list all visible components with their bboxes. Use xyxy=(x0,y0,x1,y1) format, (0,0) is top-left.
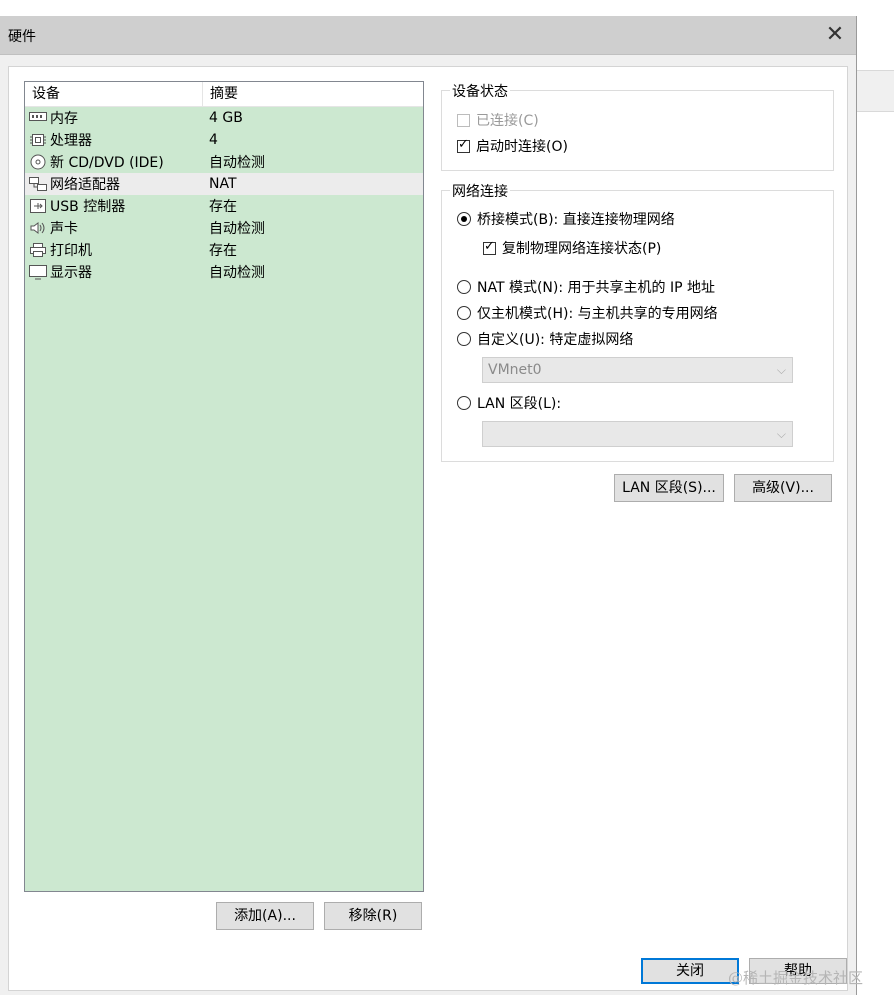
nat-radio[interactable]: NAT 模式(N): 用于共享主机的 IP 地址 xyxy=(457,277,715,297)
device-summary: 自动检测 xyxy=(209,265,265,281)
device-name: 网络适配器 xyxy=(50,177,120,193)
device-status-group: 设备状态 已连接(C) ✓ 启动时连接(O) xyxy=(441,81,834,171)
device-list[interactable]: 设备 摘要 内存 4 GB 处理器 4 新 CD/DVD (IDE) 自动检测 … xyxy=(24,81,424,892)
device-name: USB 控制器 xyxy=(50,199,126,215)
connect-at-power-on-checkbox[interactable]: ✓ 启动时连接(O) xyxy=(457,136,568,156)
device-summary: 自动检测 xyxy=(209,155,265,171)
checkbox-box: ✓ xyxy=(483,238,496,255)
connected-checkbox[interactable]: 已连接(C) xyxy=(457,110,539,130)
custom-network-value: VMnet0 xyxy=(488,362,542,378)
radio-circle xyxy=(457,306,471,320)
background-window-strip xyxy=(857,70,894,112)
add-button[interactable]: 添加(A)... xyxy=(216,902,314,930)
radio-circle xyxy=(457,212,471,226)
device-name: 打印机 xyxy=(50,243,92,259)
connected-label: 已连接(C) xyxy=(476,113,539,129)
replicate-state-checkbox[interactable]: ✓ 复制物理网络连接状态(P) xyxy=(483,238,661,258)
network-connection-group: 网络连接 桥接模式(B): 直接连接物理网络 ✓ 复制物理网络连接状态(P) N… xyxy=(441,181,834,462)
host-only-label: 仅主机模式(H): 与主机共享的专用网络 xyxy=(477,306,718,322)
printer-icon xyxy=(29,242,47,258)
device-name: 显示器 xyxy=(50,265,92,281)
radio-circle xyxy=(457,280,471,294)
sound-icon xyxy=(29,220,47,236)
device-row-printer[interactable]: 打印机 存在 xyxy=(25,239,423,261)
device-summary: 存在 xyxy=(209,243,237,259)
network-connection-legend: 网络连接 xyxy=(450,181,510,201)
device-name: 声卡 xyxy=(50,221,78,237)
check-icon: ✓ xyxy=(484,238,495,254)
chevron-down-icon: ⌵ xyxy=(776,427,786,441)
device-name: 处理器 xyxy=(50,133,92,149)
device-summary: 自动检测 xyxy=(209,221,265,237)
device-summary: NAT xyxy=(209,176,237,192)
processor-icon xyxy=(29,132,47,148)
advanced-button[interactable]: 高级(V)... xyxy=(734,474,832,502)
replicate-state-label: 复制物理网络连接状态(P) xyxy=(502,241,662,257)
host-only-radio[interactable]: 仅主机模式(H): 与主机共享的专用网络 xyxy=(457,303,718,323)
checkbox-box: ✓ xyxy=(457,136,470,153)
column-header-device[interactable]: 设备 xyxy=(25,82,203,106)
device-row-cd-dvd[interactable]: 新 CD/DVD (IDE) 自动检测 xyxy=(25,151,423,173)
column-header-summary[interactable]: 摘要 xyxy=(203,82,238,106)
lan-segment-label: LAN 区段(L): xyxy=(477,396,562,412)
check-icon: ✓ xyxy=(458,136,469,152)
radio-circle xyxy=(457,332,471,346)
lan-segment-radio[interactable]: LAN 区段(L): xyxy=(457,393,561,413)
bridged-radio[interactable]: 桥接模式(B): 直接连接物理网络 xyxy=(457,209,675,229)
radio-circle xyxy=(457,396,471,410)
hardware-dialog: 硬件 ✕ 设备 摘要 内存 4 GB 处理器 4 新 CD/DVD (IDE) … xyxy=(0,16,857,995)
device-name: 新 CD/DVD (IDE) xyxy=(50,155,164,171)
checkbox-box xyxy=(457,113,470,127)
remove-button[interactable]: 移除(R) xyxy=(324,902,422,930)
custom-network-select[interactable]: VMnet0 ⌵ xyxy=(482,357,793,383)
device-summary: 存在 xyxy=(209,199,237,215)
device-name: 内存 xyxy=(50,111,78,127)
title-bar: 硬件 ✕ xyxy=(0,16,856,55)
memory-icon xyxy=(29,110,47,126)
display-icon xyxy=(29,264,47,280)
custom-radio[interactable]: 自定义(U): 特定虚拟网络 xyxy=(457,329,633,349)
cd-dvd-icon xyxy=(29,154,47,170)
background-window xyxy=(857,0,894,995)
chevron-down-icon: ⌵ xyxy=(776,363,786,377)
close-button[interactable]: 关闭 xyxy=(641,958,739,984)
dialog-title: 硬件 xyxy=(8,29,36,45)
device-row-usb[interactable]: USB 控制器 存在 xyxy=(25,195,423,217)
device-row-display[interactable]: 显示器 自动检测 xyxy=(25,261,423,283)
list-header: 设备 摘要 xyxy=(25,82,423,107)
lan-segments-button[interactable]: LAN 区段(S)... xyxy=(614,474,724,502)
device-row-processor[interactable]: 处理器 4 xyxy=(25,129,423,151)
network-adapter-icon xyxy=(29,176,47,192)
custom-label: 自定义(U): 特定虚拟网络 xyxy=(477,332,634,348)
device-row-memory[interactable]: 内存 4 GB xyxy=(25,107,423,129)
nat-label: NAT 模式(N): 用于共享主机的 IP 地址 xyxy=(477,280,715,296)
device-summary: 4 GB xyxy=(209,110,243,126)
device-row-sound[interactable]: 声卡 自动检测 xyxy=(25,217,423,239)
dialog-content: 设备 摘要 内存 4 GB 处理器 4 新 CD/DVD (IDE) 自动检测 … xyxy=(8,66,848,991)
close-icon[interactable]: ✕ xyxy=(820,20,850,50)
bridged-label: 桥接模式(B): 直接连接物理网络 xyxy=(477,212,675,228)
connect-at-power-on-label: 启动时连接(O) xyxy=(476,139,568,155)
device-row-network-adapter[interactable]: 网络适配器 NAT xyxy=(25,173,423,195)
watermark: @稀土掘金技术社区 xyxy=(728,969,864,987)
usb-icon xyxy=(29,198,47,214)
lan-segment-select[interactable]: ⌵ xyxy=(482,421,793,447)
device-status-legend: 设备状态 xyxy=(450,81,510,101)
device-summary: 4 xyxy=(209,132,218,148)
